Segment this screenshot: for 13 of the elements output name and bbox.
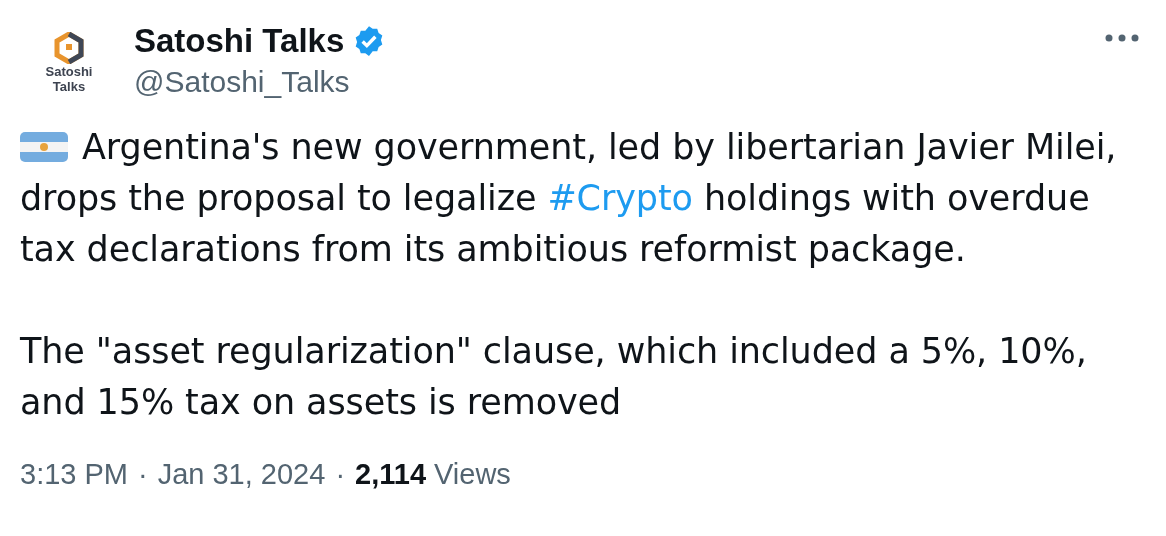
display-name[interactable]: Satoshi Talks [134, 20, 345, 62]
argentina-flag-icon [20, 132, 68, 162]
separator-dot: · [335, 458, 346, 491]
post-date[interactable]: Jan 31, 2024 [157, 458, 326, 491]
avatar-text: Talks [52, 79, 86, 94]
views-label: Views [434, 458, 511, 491]
view-count: 2,114 [355, 458, 427, 491]
tweet-text: The "asset regularization" clause, which included a 5%, 10%, and 15% tax on assets is removed [20, 330, 1088, 424]
hexagon-logo-icon [54, 32, 84, 64]
user-handle[interactable]: @Satoshi_Talks [134, 62, 1086, 102]
post-time[interactable]: 3:13 PM [20, 458, 128, 491]
separator-dot: · [138, 458, 148, 491]
avatar-text: Satoshi [45, 64, 93, 79]
